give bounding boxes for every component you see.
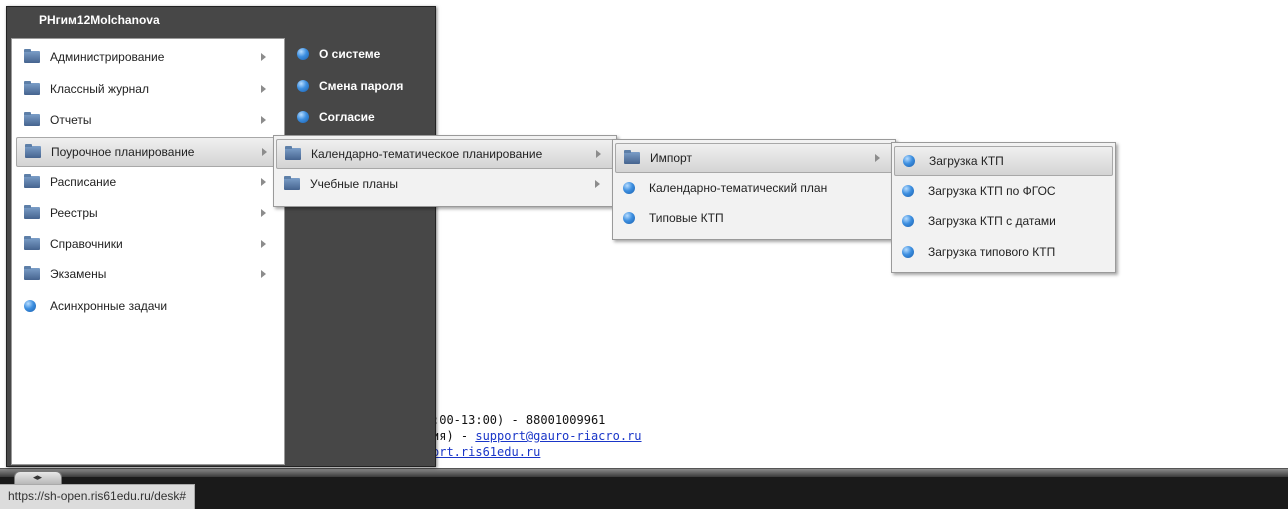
menu-item-label: Расписание — [50, 175, 117, 189]
menu-item-label: Классный журнал — [50, 82, 149, 96]
start-button-icon: ◂▸ — [33, 472, 43, 482]
portal-line: ort.ris61edu.ru — [432, 444, 642, 460]
menu-user-title: РНгим12Molchanova — [39, 13, 160, 27]
blue-ball-icon — [297, 111, 309, 123]
blue-ball-icon — [297, 80, 309, 92]
status-url: https://sh-open.ris61edu.ru/desk# — [0, 484, 196, 509]
menu-item-label: Экзамены — [50, 267, 107, 281]
support-email-link[interactable]: support@gauro-riacro.ru — [475, 429, 641, 443]
submenu-import: Загрузка КТП Загрузка КТП по ФГОС Загруз… — [891, 142, 1116, 273]
submenu-arrow-icon — [261, 240, 266, 248]
menu-item-consent[interactable]: Согласие — [283, 102, 431, 132]
menu-item-administration[interactable]: Администрирование — [16, 43, 278, 71]
menu-item-async-tasks[interactable]: Асинхронные задачи — [16, 292, 278, 320]
submenu-arrow-icon — [261, 209, 266, 217]
email-prefix: ия) - — [432, 429, 476, 443]
blue-ball-icon — [623, 212, 635, 224]
menu-item-label: Загрузка КТП с датами — [928, 214, 1056, 228]
menu-item-label: Импорт — [650, 151, 692, 165]
submenu-arrow-icon — [262, 148, 267, 156]
menu-item-load-ktp[interactable]: Загрузка КТП — [894, 146, 1113, 176]
menu-item-label: Календарно-тематический план — [649, 181, 828, 195]
folder-icon — [24, 236, 40, 250]
menu-item-label: Учебные планы — [310, 177, 398, 191]
menu-item-exams[interactable]: Экзамены — [16, 260, 278, 288]
menu-item-directories[interactable]: Справочники — [16, 230, 278, 258]
menu-item-label: Отчеты — [50, 113, 92, 127]
menu-item-label: Асинхронные задачи — [50, 299, 168, 313]
menu-item-typical-ktp[interactable]: Типовые КТП — [615, 204, 891, 232]
menu-item-change-password[interactable]: Смена пароля — [283, 71, 431, 101]
submenu-arrow-icon — [261, 270, 266, 278]
menu-item-label: Согласие — [319, 110, 375, 124]
menu-item-label: О системе — [319, 47, 381, 61]
submenu-arrow-icon — [261, 116, 266, 124]
folder-icon — [284, 176, 300, 190]
menu-left-panel: Администрирование Классный журнал Отчеты… — [11, 38, 285, 465]
folder-icon — [25, 144, 41, 158]
menu-item-lesson-planning[interactable]: Поурочное планирование — [16, 137, 280, 167]
blue-ball-icon — [24, 300, 36, 312]
blue-ball-icon — [623, 182, 635, 194]
menu-item-label: Загрузка типового КТП — [928, 245, 1056, 259]
submenu-arrow-icon — [595, 180, 600, 188]
folder-icon — [24, 174, 40, 188]
folder-icon — [24, 112, 40, 126]
blue-ball-icon — [297, 48, 309, 60]
menu-item-registries[interactable]: Реестры — [16, 199, 278, 227]
menu-item-schedule[interactable]: Расписание — [16, 168, 278, 196]
contact-info: :00-13:00) - 88001009961 ия) - support@g… — [432, 412, 642, 460]
start-button[interactable]: ◂▸ — [14, 471, 62, 485]
folder-icon — [285, 146, 301, 160]
submenu-arrow-icon — [261, 85, 266, 93]
menu-item-calendar-thematic-plan[interactable]: Календарно-тематический план — [615, 174, 891, 202]
blue-ball-icon — [902, 215, 914, 227]
menu-item-load-ktp-dates[interactable]: Загрузка КТП с датами — [894, 207, 1111, 235]
blue-ball-icon — [902, 185, 914, 197]
blue-ball-icon — [902, 246, 914, 258]
menu-item-label: Загрузка КТП по ФГОС — [928, 184, 1056, 198]
submenu-calendar-thematic-planning: Импорт Календарно-тематический план Типо… — [612, 139, 896, 240]
menu-item-import[interactable]: Импорт — [615, 143, 893, 173]
menu-item-load-ktp-fgos[interactable]: Загрузка КТП по ФГОС — [894, 177, 1111, 205]
menu-item-label: Поурочное планирование — [51, 145, 195, 159]
menu-item-load-typical-ktp[interactable]: Загрузка типового КТП — [894, 238, 1111, 266]
taskbar-strip — [0, 469, 1288, 477]
menu-item-label: Типовые КТП — [649, 211, 724, 225]
menu-item-label: Реестры — [50, 206, 98, 220]
menu-item-label: Загрузка КТП — [929, 154, 1004, 168]
submenu-arrow-icon — [261, 178, 266, 186]
support-portal-link[interactable]: ort.ris61edu.ru — [432, 445, 540, 459]
submenu-arrow-icon — [261, 53, 266, 61]
folder-icon — [24, 49, 40, 63]
folder-icon — [24, 81, 40, 95]
menu-item-reports[interactable]: Отчеты — [16, 106, 278, 134]
menu-item-class-journal[interactable]: Классный журнал — [16, 75, 278, 103]
submenu-lesson-planning: Календарно-тематическое планирование Уче… — [273, 135, 617, 207]
folder-icon — [624, 150, 640, 164]
menu-item-curricula[interactable]: Учебные планы — [276, 170, 612, 198]
phone-line: :00-13:00) - 88001009961 — [432, 413, 606, 427]
menu-item-calendar-thematic-planning[interactable]: Календарно-тематическое планирование — [276, 139, 614, 169]
menu-item-label: Справочники — [50, 237, 123, 251]
menu-item-label: Календарно-тематическое планирование — [311, 147, 543, 161]
start-menu: РНгим12Molchanova Администрирование Клас… — [6, 6, 436, 467]
menu-item-about[interactable]: О системе — [283, 39, 431, 69]
menu-item-label: Смена пароля — [319, 79, 404, 93]
menu-item-label: Администрирование — [50, 50, 165, 64]
folder-icon — [24, 266, 40, 280]
submenu-arrow-icon — [875, 154, 880, 162]
email-line: ия) - support@gauro-riacro.ru — [432, 428, 642, 444]
submenu-arrow-icon — [596, 150, 601, 158]
folder-icon — [24, 205, 40, 219]
blue-ball-icon — [903, 155, 915, 167]
